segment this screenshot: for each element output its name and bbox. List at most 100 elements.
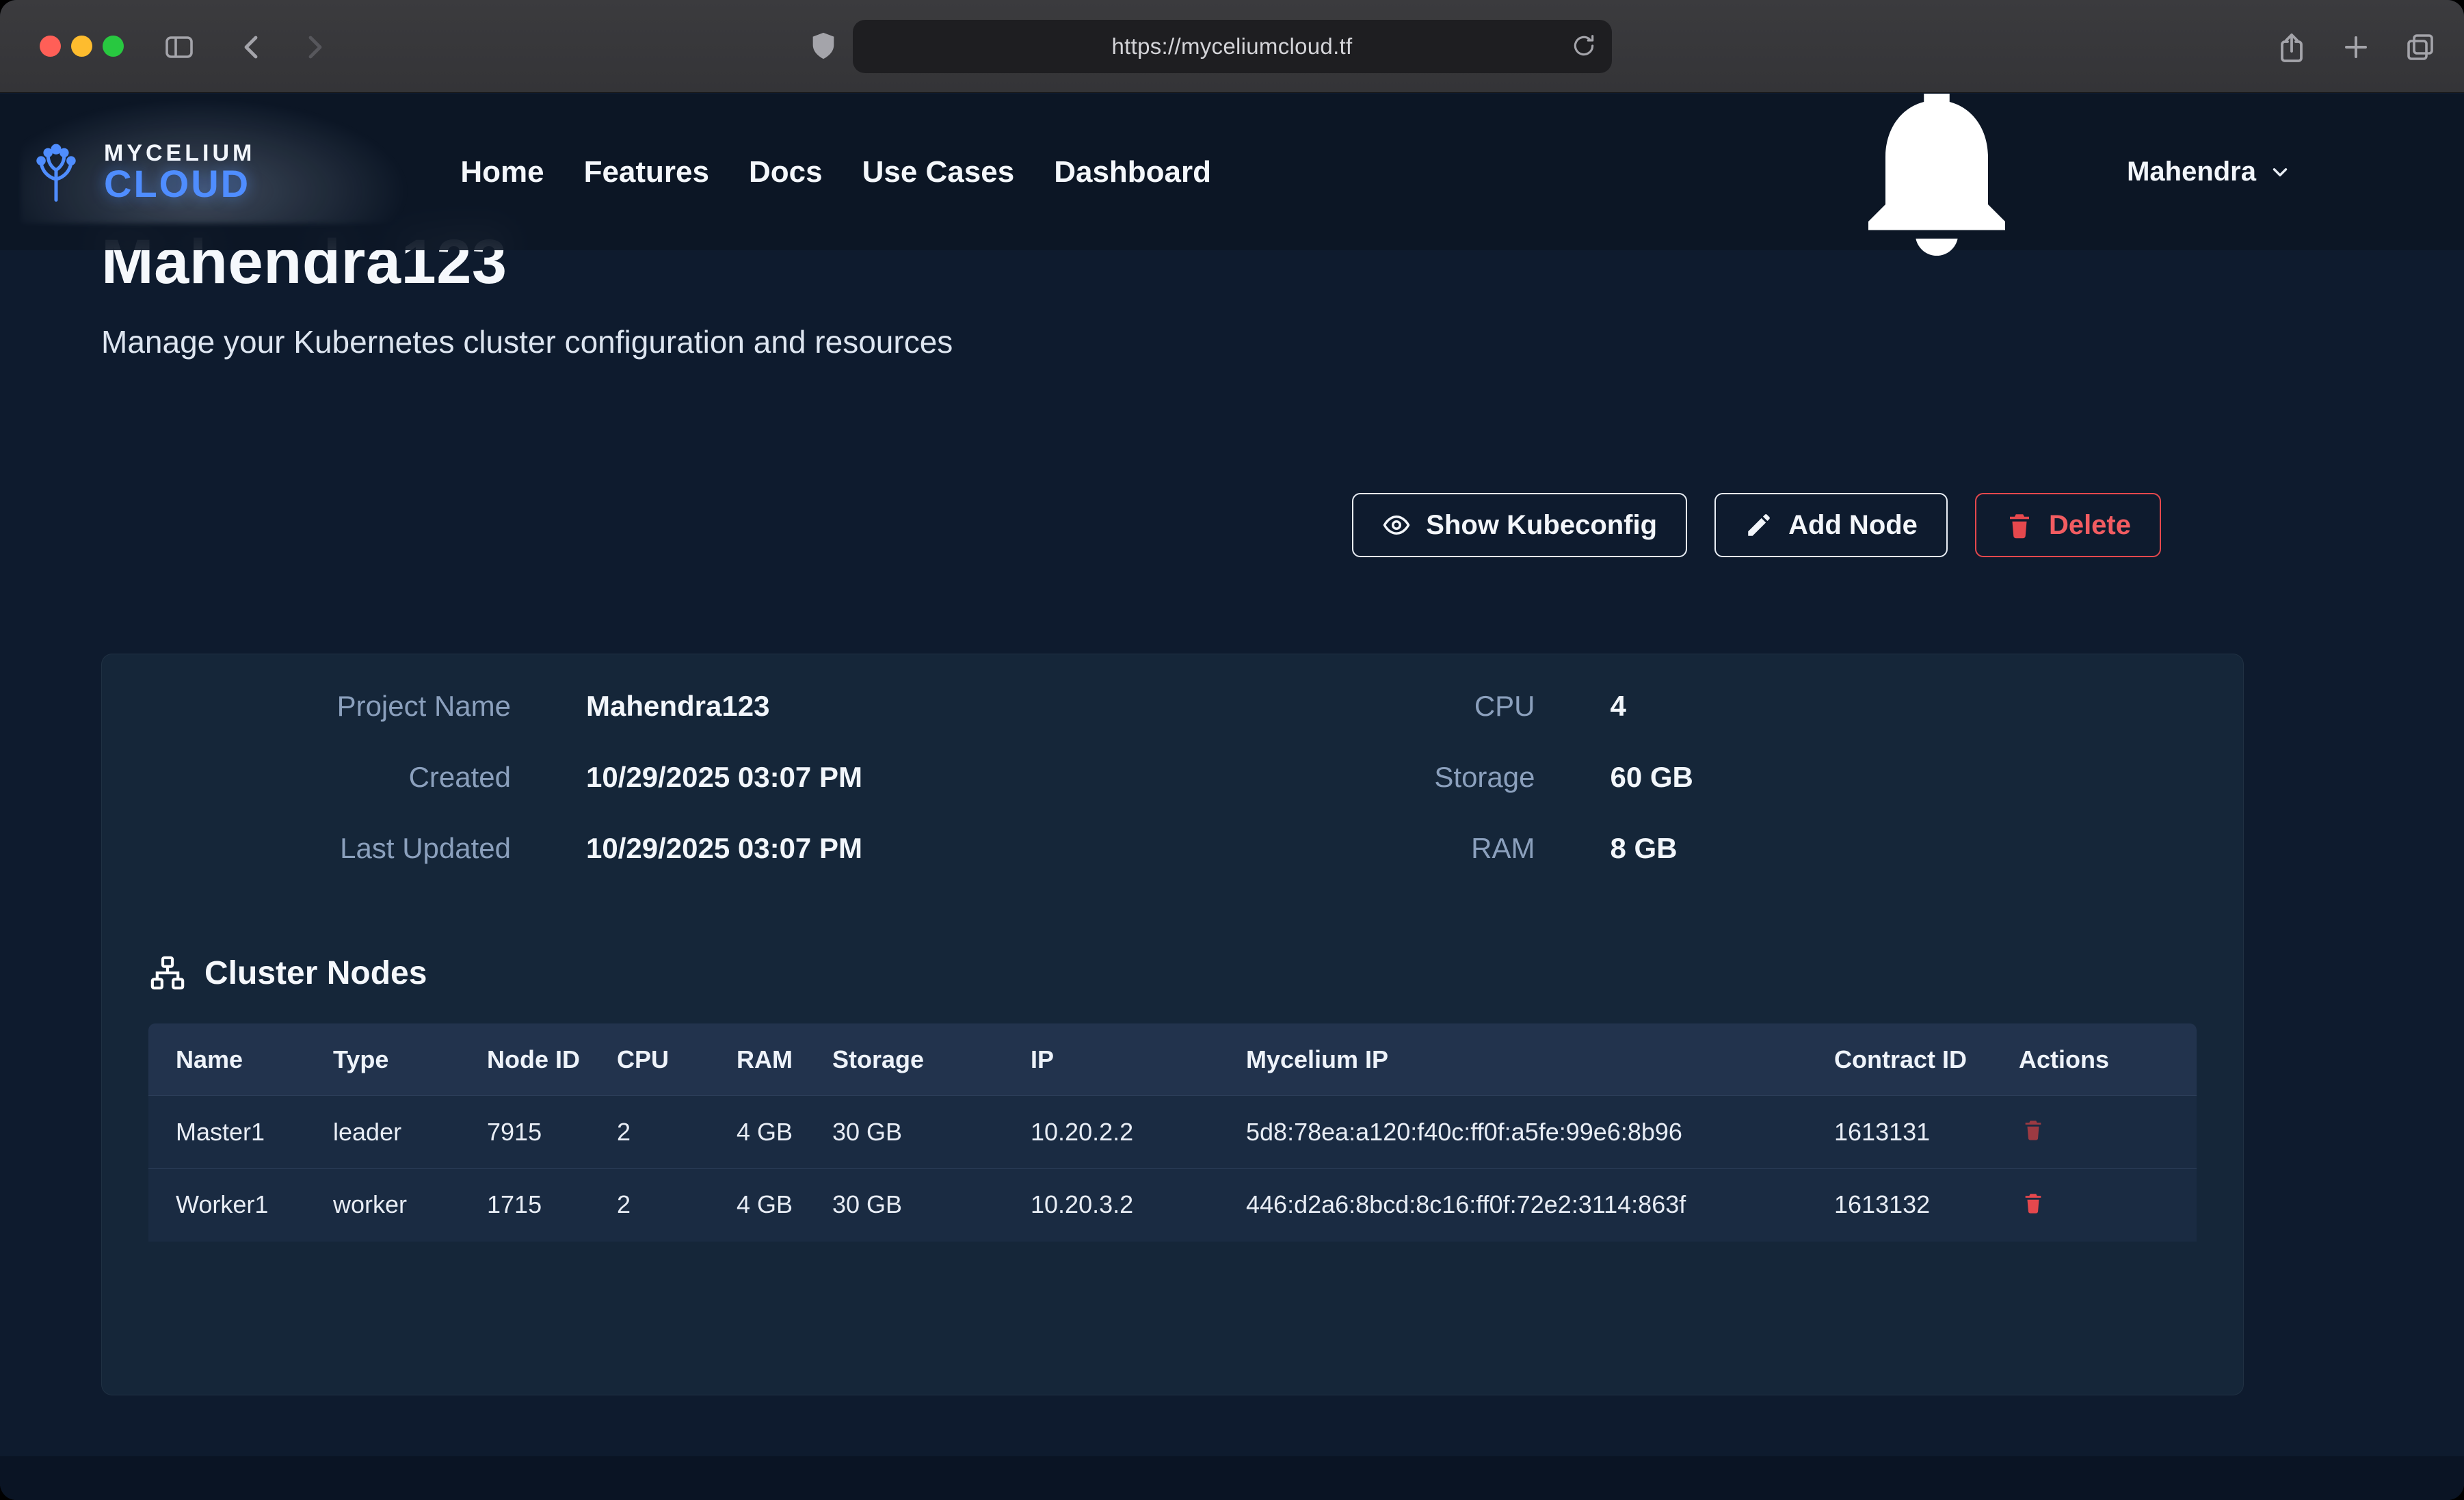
cell-actions [2005,1168,2197,1241]
cell-ip: 10.20.3.2 [1017,1168,1232,1241]
minimize-button[interactable] [71,36,92,57]
cell-mycelium-ip: 5d8:78ea:a120:f40c:ff0f:a5fe:99e6:8b96 [1232,1096,1820,1169]
nav-link-docs[interactable]: Docs [749,155,823,189]
col-header-ram: RAM [723,1023,819,1096]
tab-overview-icon[interactable] [2404,31,2437,64]
reload-icon[interactable] [1571,33,1597,59]
cluster-info: Project NameMahendra123Created 10/29/2025… [148,690,2197,903]
logo-text: MYCELIUM CLOUD [104,142,255,203]
col-header-ip: IP [1017,1023,1232,1096]
nav-link-dashboard[interactable]: Dashboard [1054,155,1211,189]
col-header-cpu: CPU [603,1023,723,1096]
nav-link-use-cases[interactable]: Use Cases [862,155,1015,189]
nodes-table: NameTypeNode IDCPURAMStorageIPMycelium I… [148,1023,2197,1242]
info-value: 4 [1611,690,1626,723]
nav-links: Home Features Docs Use Cases Dashboard [460,155,1211,189]
cell-mycelium-ip: 446:d2a6:8bcd:8c16:ff0f:72e2:3114:863f [1232,1168,1820,1241]
info-row: Project NameMahendra123 [148,690,1173,761]
cluster-actions: Show Kubeconfig Add Node Delete [1352,493,2161,557]
mycelium-tree-icon [19,135,93,209]
info-value: 60 GB [1611,761,1693,794]
nodes-table-head-row: NameTypeNode IDCPURAMStorageIPMycelium I… [148,1023,2197,1096]
cell-ip: 10.20.2.2 [1017,1096,1232,1169]
eye-icon [1382,511,1411,539]
forward-icon[interactable] [298,31,331,64]
cluster-info-right: CPU 4 Storage 60 GB RAM 8 GB [1173,690,2197,903]
sidebar-toggle-icon[interactable] [163,31,196,64]
user-name: Mahendra [2127,157,2256,187]
cell-storage: 30 GB [819,1096,1017,1169]
cell-ram: 4 GB [723,1096,819,1169]
info-label: Created [148,761,511,794]
back-icon[interactable] [235,31,268,64]
logo[interactable]: MYCELIUM CLOUD [19,135,255,209]
delete-node-button[interactable] [2019,1115,2048,1144]
cluster-nodes-title: Cluster Nodes [204,954,427,992]
privacy-shield-icon[interactable] [808,30,839,62]
close-button[interactable] [40,36,61,57]
col-header-type: Type [319,1023,473,1096]
share-icon[interactable] [2275,31,2308,64]
nav-link-home[interactable]: Home [460,155,544,189]
add-node-label: Add Node [1788,510,1918,541]
bell-icon [1834,264,2039,276]
info-row: Last Updated 10/29/2025 03:07 PM [148,832,1173,903]
footer-strip [0,1456,2464,1500]
cluster-card: Project NameMahendra123Created 10/29/2025… [101,654,2244,1395]
pencil-icon [1745,511,1773,539]
delete-node-button[interactable] [2019,1188,2048,1217]
show-kubeconfig-label: Show Kubeconfig [1426,510,1657,541]
cluster-nodes-heading: Cluster Nodes [148,954,2197,992]
col-header-node-id: Node ID [473,1023,603,1096]
col-header-actions: Actions [2005,1023,2197,1096]
new-tab-icon[interactable] [2340,31,2372,64]
col-header-contract-id: Contract ID [1820,1023,2005,1096]
info-label: Project Name [148,690,511,723]
notifications-button[interactable]: 11 [1834,94,2039,276]
cluster-info-left: Project NameMahendra123Created 10/29/2025… [148,690,1173,903]
cell-contract-id: 1613131 [1820,1096,2005,1169]
address-bar[interactable]: https://myceliumcloud.tf [853,20,1612,73]
page-subtitle: Manage your Kubernetes cluster configura… [101,323,953,360]
delete-cluster-button[interactable]: Delete [1975,493,2161,557]
cell-cpu: 2 [603,1168,723,1241]
traffic-lights [40,36,124,57]
browser-window: https://myceliumcloud.tf Mahendra123 [0,0,2464,1500]
node-row: Master1leader791524 GB30 GB10.20.2.25d8:… [148,1096,2197,1169]
trash-icon [2022,1118,2045,1141]
fullscreen-button[interactable] [103,36,124,57]
col-header-storage: Storage [819,1023,1017,1096]
info-label: CPU [1173,690,1535,723]
cell-actions [2005,1096,2197,1169]
info-label: RAM [1173,832,1535,865]
nodes-table-body: Master1leader791524 GB30 GB10.20.2.25d8:… [148,1096,2197,1242]
cell-storage: 30 GB [819,1168,1017,1241]
nav-link-features[interactable]: Features [584,155,709,189]
info-label: Storage [1173,761,1535,794]
info-row: Storage 60 GB [1173,761,2197,832]
trash-icon [2005,511,2034,539]
cell-contract-id: 1613132 [1820,1168,2005,1241]
info-label: Last Updated [148,832,511,865]
cell-node-id: 1715 [473,1168,603,1241]
info-value: 10/29/2025 03:07 PM [586,832,862,865]
add-node-button[interactable]: Add Node [1714,493,1948,557]
node-row: Worker1worker171524 GB30 GB10.20.3.2446:… [148,1168,2197,1241]
cell-ram: 4 GB [723,1168,819,1241]
show-kubeconfig-button[interactable]: Show Kubeconfig [1352,493,1687,557]
browser-chrome: https://myceliumcloud.tf [0,0,2464,93]
user-menu[interactable]: Mahendra [2127,157,2292,187]
chevron-down-icon [2268,161,2292,184]
info-row: RAM 8 GB [1173,832,2197,903]
top-navbar: MYCELIUM CLOUD Home Features Docs Use Cases… [0,94,2464,250]
cell-node-id: 7915 [473,1096,603,1169]
delete-label: Delete [2049,510,2131,541]
info-row: CPU 4 [1173,690,2197,761]
col-header-mycelium-ip: Mycelium IP [1232,1023,1820,1096]
info-value: 8 GB [1611,832,1678,865]
trash-icon [2022,1191,2045,1214]
cell-cpu: 2 [603,1096,723,1169]
url-text: https://myceliumcloud.tf [1112,34,1353,59]
cell-type: worker [319,1168,473,1241]
web-page: Mahendra123 [0,94,2464,1500]
